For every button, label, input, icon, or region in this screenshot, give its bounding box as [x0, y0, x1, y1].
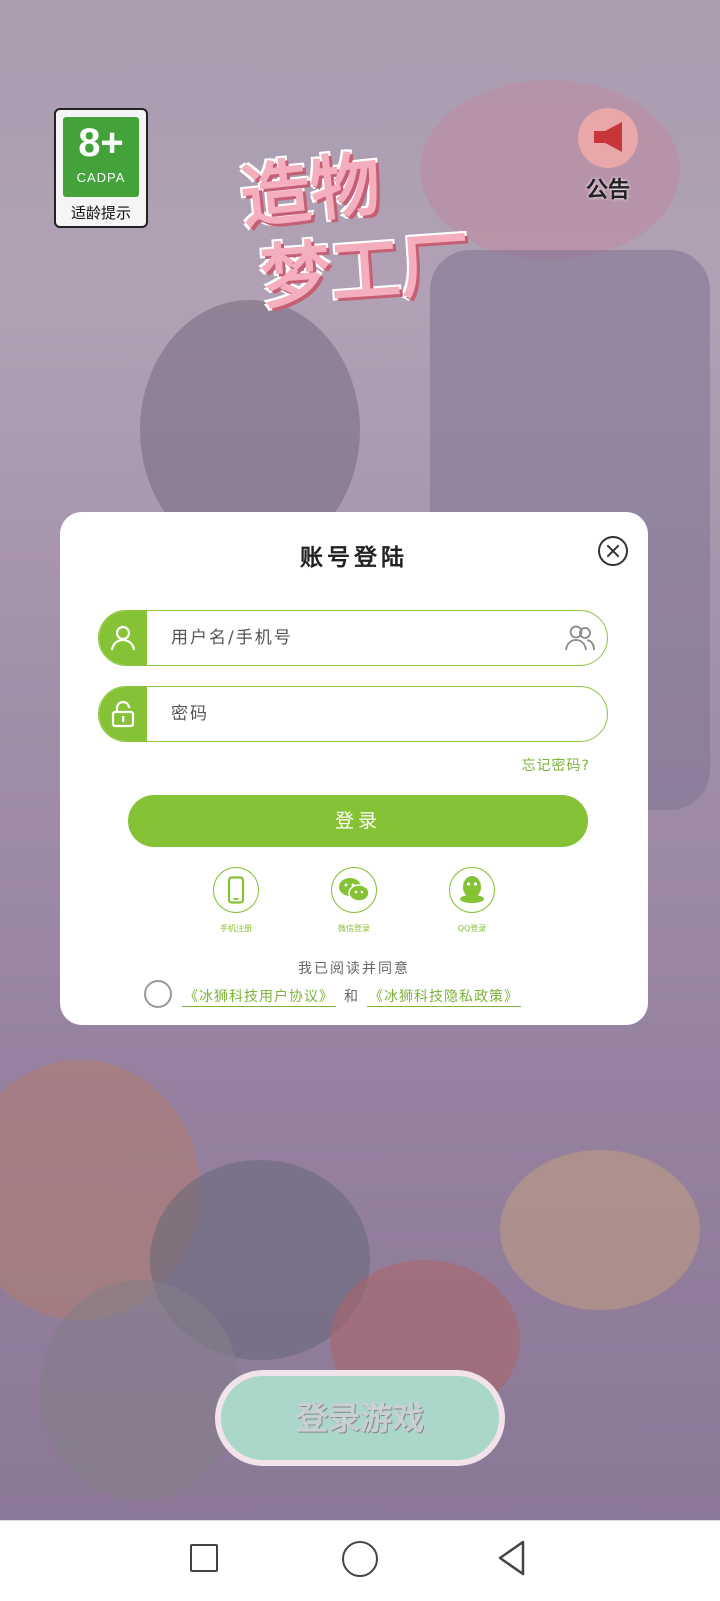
phone-register-button[interactable]: 手机注册 [196, 867, 276, 934]
phone-register-label: 手机注册 [220, 924, 252, 933]
phone-icon [213, 867, 259, 913]
agreement-links: 《冰狮科技用户协议》和《冰狮科技隐私政策》 [182, 986, 521, 1007]
close-icon[interactable] [598, 536, 628, 566]
username-field[interactable]: 用户名/手机号 [98, 610, 608, 666]
megaphone-icon [578, 108, 638, 168]
user-icon [99, 611, 147, 665]
recent-apps-icon[interactable] [190, 1544, 218, 1572]
qq-login-label: QQ登录 [457, 924, 487, 933]
rating-org: CADPA [76, 170, 126, 185]
game-logo: 造物 梦工厂 [220, 135, 510, 319]
system-navigation-bar [0, 1520, 720, 1601]
logo-line-2: 梦工厂 [257, 221, 473, 320]
age-tip: 适龄提示 [70, 204, 131, 222]
agree-text: 我已阅读并同意 [298, 961, 410, 977]
announcement-button[interactable]: 公告 [568, 108, 648, 208]
game-login-button[interactable]: 登录游戏 [215, 1370, 505, 1466]
password-placeholder: 密码 [171, 704, 209, 724]
wechat-icon [331, 867, 377, 913]
login-modal: 账号登陆 用户名/手机号 密码 忘记密码? 登录 手机注册 微信登录 QQ登录 [60, 512, 648, 1025]
wechat-login-label: 微信登录 [338, 924, 370, 933]
password-field[interactable]: 密码 [98, 686, 608, 742]
announcement-label: 公告 [585, 178, 630, 203]
login-button[interactable]: 登录 [128, 795, 588, 847]
home-icon[interactable] [342, 1541, 378, 1577]
back-icon[interactable] [496, 1539, 526, 1577]
modal-title: 账号登陆 [300, 545, 408, 571]
wechat-login-button[interactable]: 微信登录 [314, 867, 394, 934]
forgot-password-link[interactable]: 忘记密码? [522, 755, 590, 775]
account-switch-icon[interactable] [565, 623, 595, 653]
agree-radio[interactable] [144, 980, 172, 1008]
privacy-policy-link[interactable]: 《冰狮科技隐私政策》 [367, 989, 521, 1007]
age-rating: 8+ [78, 121, 124, 165]
age-rating-badge: 8+ CADPA 适龄提示 [54, 108, 148, 228]
user-agreement-link[interactable]: 《冰狮科技用户协议》 [182, 989, 336, 1007]
qq-icon [449, 867, 495, 913]
lock-icon [99, 687, 147, 741]
qq-login-button[interactable]: QQ登录 [432, 867, 512, 934]
username-placeholder: 用户名/手机号 [171, 628, 293, 648]
and-text: 和 [344, 989, 359, 1005]
